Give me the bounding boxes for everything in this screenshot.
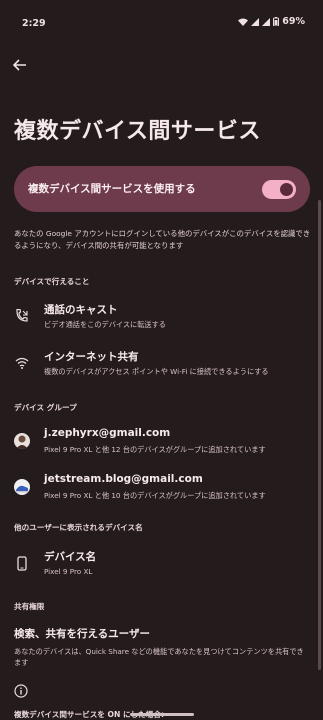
arrow-back-icon [12,57,27,76]
account-avatar-icon [14,479,30,495]
status-time: 2:29 [22,18,46,29]
account-avatar-icon [14,433,30,449]
device-group-row[interactable]: jetstream.blog@gmail.com Pixel 9 Pro XL … [14,473,314,509]
battery-percent: 69% [282,16,305,27]
device-group-subtitle: Pixel 9 Pro XL と他 12 台のデバイスがグループに追加されていま… [44,445,266,454]
section-title-sharing: 共有権限 [14,602,45,611]
section-title-device-groups: デバイス グループ [14,403,77,412]
info-icon [14,683,30,699]
scrollbar[interactable] [318,200,321,670]
back-button[interactable] [9,55,31,77]
phone-icon [14,555,30,571]
device-group-row[interactable]: j.zephyrx@gmail.com Pixel 9 Pro XL と他 12… [14,427,314,463]
device-name-title: デバイス名 [44,551,97,563]
master-toggle[interactable] [262,180,296,199]
page-title: 複数デバイス間サービス [14,119,261,144]
status-bar: 2:29 69% [0,0,323,40]
call-cast-subtitle: ビデオ通話をこのデバイスに転送する [44,320,166,329]
service-description: あなたの Google アカウントにログインしている他のデバイスがこのデバイスを… [14,229,311,250]
signal-icon-2 [262,17,271,26]
master-switch-label: 複数デバイス間サービスを使用する [28,183,196,195]
internet-share-title: インターネット共有 [44,351,139,363]
device-group-title: j.zephyrx@gmail.com [44,427,171,439]
section-title-device-name: 他のユーザーに表示されるデバイス名 [14,523,143,532]
wifi-icon [14,355,30,371]
toggle-knob [280,183,293,196]
share-visibility-subtitle: あなたのデバイスは、Quick Share などの機能であなたを見つけてコンテン… [14,647,304,667]
battery-icon [273,17,280,26]
call-cast-row[interactable]: 通話のキャスト ビデオ通話をこのデバイスに転送する [14,302,314,338]
wifi-status-icon [238,18,249,26]
device-name-row[interactable]: デバイス名 Pixel 9 Pro XL [14,549,314,585]
signal-icon [251,17,260,26]
share-visibility-title: 検索、共有を行えるユーザー [14,628,150,640]
gesture-nav-handle[interactable] [130,713,194,716]
call-cast-icon [14,308,30,324]
internet-share-row[interactable]: インターネット共有 複数のデバイスがアクセス ポイントや Wi-Fi に接続でき… [14,349,314,385]
status-icons: 69% [238,16,305,27]
device-name-value: Pixel 9 Pro XL [44,567,93,576]
section-title-capabilities: デバイスで行えること [14,277,90,286]
avatar [14,433,30,449]
share-visibility-row[interactable]: 検索、共有を行えるユーザー あなたのデバイスは、Quick Share などの機… [14,626,304,668]
device-group-title: jetstream.blog@gmail.com [44,473,203,485]
avatar [14,479,30,495]
internet-share-subtitle: 複数のデバイスがアクセス ポイントや Wi-Fi に接続できるようにする [44,367,269,376]
call-cast-title: 通話のキャスト [44,304,118,316]
master-switch-card[interactable]: 複数デバイス間サービスを使用する [14,166,310,212]
device-group-subtitle: Pixel 9 Pro XL と他 10 台のデバイスがグループに追加されていま… [44,491,266,500]
